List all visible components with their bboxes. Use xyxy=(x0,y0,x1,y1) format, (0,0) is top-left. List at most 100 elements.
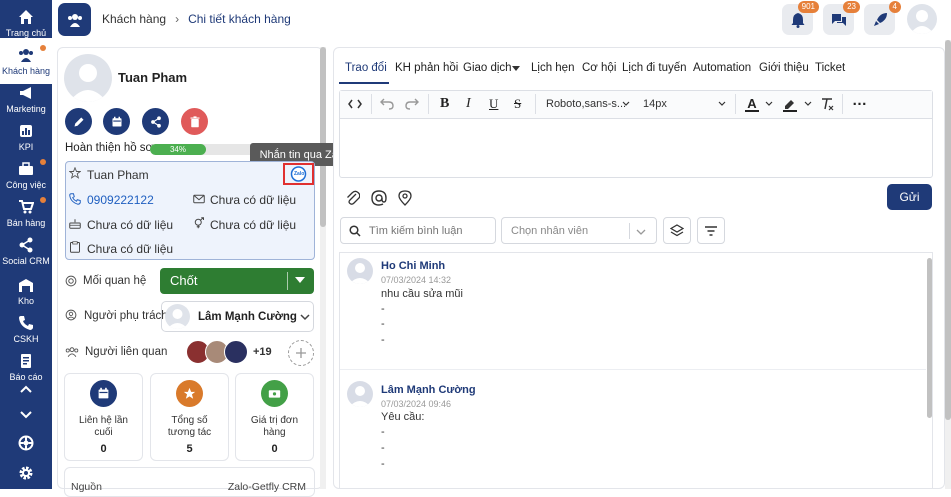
comment-line: - xyxy=(381,426,385,438)
phone-icon xyxy=(19,315,33,330)
tab-opportunities[interactable]: Cơ hội xyxy=(582,62,616,74)
customer-name: Tuan Pham xyxy=(118,70,188,85)
sidebar-item-label: Bán hàng xyxy=(6,217,46,228)
comment-line: - xyxy=(381,303,385,315)
customers-module-button[interactable] xyxy=(58,3,91,36)
chevron-down-icon xyxy=(765,101,773,106)
comment-separator xyxy=(340,369,926,370)
redo-icon[interactable] xyxy=(405,97,419,110)
font-family-select[interactable]: Roboto,sans-s... xyxy=(546,98,626,110)
source-label: Nguồn xyxy=(71,481,102,493)
group-icon xyxy=(65,347,79,357)
mail-icon xyxy=(193,194,205,204)
staff-select-placeholder: Chọn nhân viên xyxy=(511,225,589,237)
relation-value: Chốt xyxy=(170,273,198,288)
relation-label: Mối quan hệ xyxy=(83,275,147,287)
page-scrollbar[interactable] xyxy=(945,40,951,489)
related-more-count[interactable]: +19 xyxy=(253,340,281,364)
tab-route-schedule[interactable]: Lịch đi tuyến xyxy=(622,62,687,74)
tab-trao-doi[interactable]: Trao đổi xyxy=(345,62,387,74)
chevron-down-icon xyxy=(300,314,310,321)
owner-select[interactable]: Lâm Mạnh Cường xyxy=(161,301,314,332)
search-icon xyxy=(349,225,361,237)
breadcrumb-root[interactable]: Khách hàng xyxy=(102,12,166,26)
divider xyxy=(842,94,843,114)
pencil-icon xyxy=(74,117,83,126)
related-avatar[interactable] xyxy=(224,340,248,364)
updates-button[interactable]: 4 xyxy=(864,1,901,35)
staff-select[interactable]: Chọn nhân viên xyxy=(501,217,657,244)
money-icon xyxy=(261,380,288,407)
chevron-right-icon: › xyxy=(175,12,180,26)
tab-appointments[interactable]: Lịch hẹn xyxy=(531,62,574,74)
profile-progress-label: Hoàn thiện hồ sơ xyxy=(65,142,154,154)
mention-icon[interactable] xyxy=(371,190,387,206)
customer-avatar[interactable] xyxy=(64,54,112,102)
trash-icon xyxy=(190,115,199,127)
source-row: Nguồn Zalo-Getfly CRM xyxy=(64,467,315,497)
divider xyxy=(535,94,536,114)
caret-down-icon xyxy=(295,277,305,283)
underline-button[interactable]: U xyxy=(489,96,498,112)
bold-button[interactable]: B xyxy=(440,96,449,112)
tab-customer-feedback[interactable]: KH phản hồi xyxy=(395,62,458,74)
comment-search-input[interactable] xyxy=(369,222,489,240)
chevron-down-icon xyxy=(20,410,32,418)
chevron-up-icon xyxy=(20,385,32,393)
paperclip-icon[interactable] xyxy=(346,190,360,206)
comment-line: - xyxy=(381,458,385,470)
contact-note: Chưa có dữ liệu xyxy=(87,242,174,256)
zalo-message-button[interactable]: Zalo xyxy=(283,163,314,185)
notifications-badge: 901 xyxy=(797,1,819,13)
more-options-button[interactable]: … xyxy=(852,92,868,109)
edit-button[interactable] xyxy=(65,108,92,135)
relation-select[interactable]: Chốt xyxy=(160,268,314,294)
stat-value: 0 xyxy=(271,443,278,455)
contact-phone[interactable]: 0909222122 xyxy=(87,193,154,207)
location-pin-icon[interactable] xyxy=(398,190,412,206)
layers-button[interactable] xyxy=(663,217,691,244)
divider xyxy=(629,223,630,239)
left-scrollbar[interactable] xyxy=(320,47,326,489)
undo-icon[interactable] xyxy=(380,97,394,110)
filter-button[interactable] xyxy=(697,217,725,244)
comment-avatar xyxy=(347,258,373,284)
target-icon xyxy=(65,275,77,287)
warehouse-icon xyxy=(19,278,33,292)
notification-dot xyxy=(40,197,46,203)
comment-search-field[interactable] xyxy=(340,217,496,244)
user-avatar[interactable] xyxy=(907,4,937,34)
tab-automation[interactable]: Automation xyxy=(693,62,751,74)
messages-button[interactable]: 23 xyxy=(823,1,860,35)
tab-transactions[interactable]: Giao dịch xyxy=(463,62,512,74)
text-color-button[interactable]: A xyxy=(745,96,759,112)
customers-icon xyxy=(67,13,82,27)
highlighter-icon[interactable] xyxy=(782,96,798,112)
sidebar-item-label: Kho xyxy=(17,295,34,306)
italic-button[interactable]: I xyxy=(466,96,471,112)
comment-author[interactable]: Ho Chi Minh xyxy=(381,260,445,272)
tab-ticket[interactable]: Ticket xyxy=(815,62,845,74)
sidebar-item-label: Marketing xyxy=(6,103,46,114)
chevron-down-icon xyxy=(622,101,630,106)
code-icon[interactable] xyxy=(348,98,362,110)
send-button[interactable]: Gửi xyxy=(887,184,932,210)
briefcase-icon xyxy=(19,161,33,175)
font-size-select[interactable]: 14px xyxy=(643,98,667,110)
sidebar-settings[interactable] xyxy=(0,456,52,492)
star-icon[interactable] xyxy=(69,167,81,179)
messages-badge: 23 xyxy=(843,1,860,13)
clear-format-icon[interactable] xyxy=(820,97,834,111)
strikethrough-button[interactable]: S xyxy=(514,96,521,112)
comment-list-scrollbar[interactable] xyxy=(927,258,932,418)
share-button[interactable] xyxy=(142,108,169,135)
add-related-button[interactable] xyxy=(288,340,314,366)
calendar-button[interactable] xyxy=(103,108,130,135)
tab-referrals[interactable]: Giới thiệu xyxy=(759,62,809,74)
comment-author[interactable]: Lâm Mạnh Cường xyxy=(381,384,476,396)
sidebar-item-label: Khách hàng xyxy=(1,65,51,76)
chevron-down-icon xyxy=(804,101,812,106)
comment-line: - xyxy=(381,334,385,346)
notifications-button[interactable]: 901 xyxy=(782,1,819,35)
delete-button[interactable] xyxy=(181,108,208,135)
